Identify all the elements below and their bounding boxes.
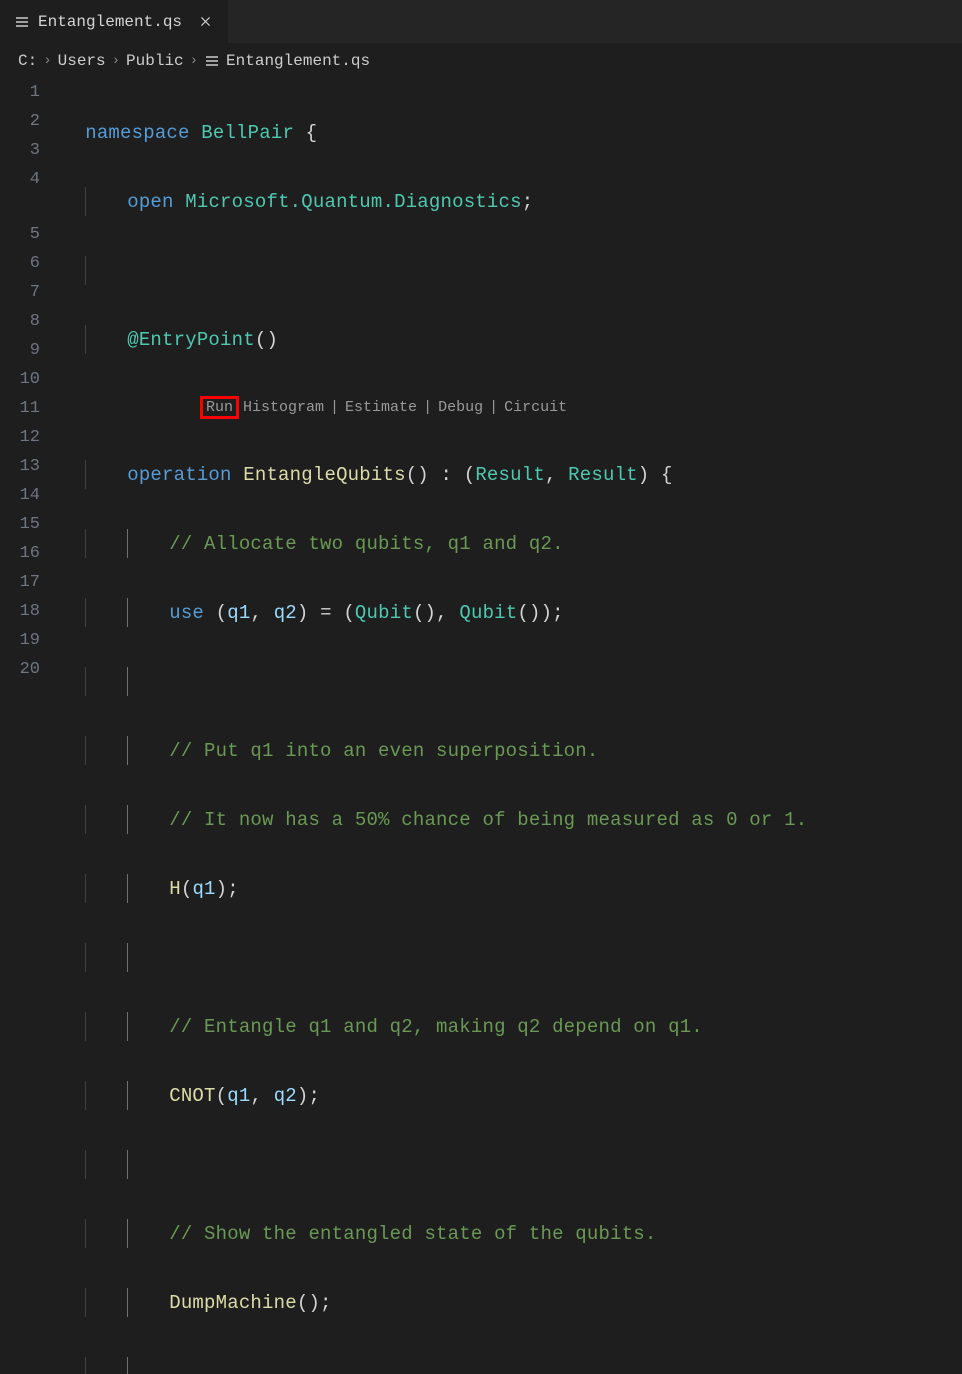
line-number: 7 bbox=[0, 278, 40, 307]
breadcrumb-part[interactable]: C: bbox=[18, 52, 37, 70]
code-line: CNOT(q1, q2); bbox=[62, 1081, 962, 1110]
codelens-estimate[interactable]: Estimate bbox=[341, 399, 421, 416]
line-number: 11 bbox=[0, 394, 40, 423]
code-line: DumpMachine(); bbox=[62, 1288, 962, 1317]
code-content[interactable]: namespace BellPair { open Microsoft.Quan… bbox=[62, 78, 962, 1374]
line-number: 14 bbox=[0, 481, 40, 510]
code-line: H(q1); bbox=[62, 874, 962, 903]
tab-bar: Entanglement.qs bbox=[0, 0, 962, 44]
codelens-debug[interactable]: Debug bbox=[434, 399, 487, 416]
chevron-right-icon: › bbox=[112, 53, 120, 69]
code-line: operation EntangleQubits() : (Result, Re… bbox=[62, 460, 962, 489]
breadcrumb-part[interactable]: Entanglement.qs bbox=[226, 52, 370, 70]
breadcrumb[interactable]: C: › Users › Public › Entanglement.qs bbox=[0, 44, 962, 78]
code-line: // Put q1 into an even superposition. bbox=[62, 736, 962, 765]
codelens-bar: Run Histogram | Estimate | Debug | Circu… bbox=[200, 394, 962, 420]
code-line: // It now has a 50% chance of being meas… bbox=[62, 805, 962, 834]
line-number: 9 bbox=[0, 336, 40, 365]
line-number: 3 bbox=[0, 136, 40, 165]
close-icon[interactable] bbox=[196, 13, 214, 31]
line-number: 18 bbox=[0, 597, 40, 626]
line-number: 10 bbox=[0, 365, 40, 394]
code-line: // Allocate two qubits, q1 and q2. bbox=[62, 529, 962, 558]
code-line bbox=[62, 256, 962, 285]
code-line: // Show the entangled state of the qubit… bbox=[62, 1219, 962, 1248]
breadcrumb-part[interactable]: Users bbox=[58, 52, 106, 70]
line-number: 1 bbox=[0, 78, 40, 107]
code-line bbox=[62, 667, 962, 696]
line-number: 13 bbox=[0, 452, 40, 481]
code-line: @EntryPoint() bbox=[62, 325, 962, 354]
codelens-histogram[interactable]: Histogram bbox=[239, 399, 328, 416]
code-line bbox=[62, 943, 962, 972]
menu-icon bbox=[14, 14, 30, 30]
code-line: open Microsoft.Quantum.Diagnostics; bbox=[62, 187, 962, 216]
line-number: 16 bbox=[0, 539, 40, 568]
breadcrumb-part[interactable]: Public bbox=[126, 52, 184, 70]
line-number: 8 bbox=[0, 307, 40, 336]
code-line bbox=[62, 1150, 962, 1179]
line-number: 12 bbox=[0, 423, 40, 452]
codelens-run[interactable]: Run bbox=[200, 396, 239, 419]
code-line: // Entangle q1 and q2, making q2 depend … bbox=[62, 1012, 962, 1041]
line-number: 20 bbox=[0, 655, 40, 684]
code-line: use (q1, q2) = (Qubit(), Qubit()); bbox=[62, 598, 962, 627]
file-icon bbox=[204, 53, 220, 69]
line-number: 4 bbox=[0, 165, 40, 194]
line-number: 2 bbox=[0, 107, 40, 136]
chevron-right-icon: › bbox=[43, 53, 51, 69]
codelens-circuit[interactable]: Circuit bbox=[500, 399, 571, 416]
line-number-gutter: 1 2 3 4 5 6 7 8 9 10 11 12 13 14 15 16 1… bbox=[0, 78, 62, 1374]
code-editor[interactable]: 1 2 3 4 5 6 7 8 9 10 11 12 13 14 15 16 1… bbox=[0, 78, 962, 1374]
code-line bbox=[62, 1357, 962, 1374]
line-number: 15 bbox=[0, 510, 40, 539]
line-number: 5 bbox=[0, 220, 40, 249]
line-number: 17 bbox=[0, 568, 40, 597]
tab-filename: Entanglement.qs bbox=[38, 13, 182, 31]
line-number: 6 bbox=[0, 249, 40, 278]
code-line: namespace BellPair { bbox=[62, 118, 962, 147]
line-number: 19 bbox=[0, 626, 40, 655]
chevron-right-icon: › bbox=[190, 53, 198, 69]
tab-entanglement[interactable]: Entanglement.qs bbox=[0, 0, 229, 43]
